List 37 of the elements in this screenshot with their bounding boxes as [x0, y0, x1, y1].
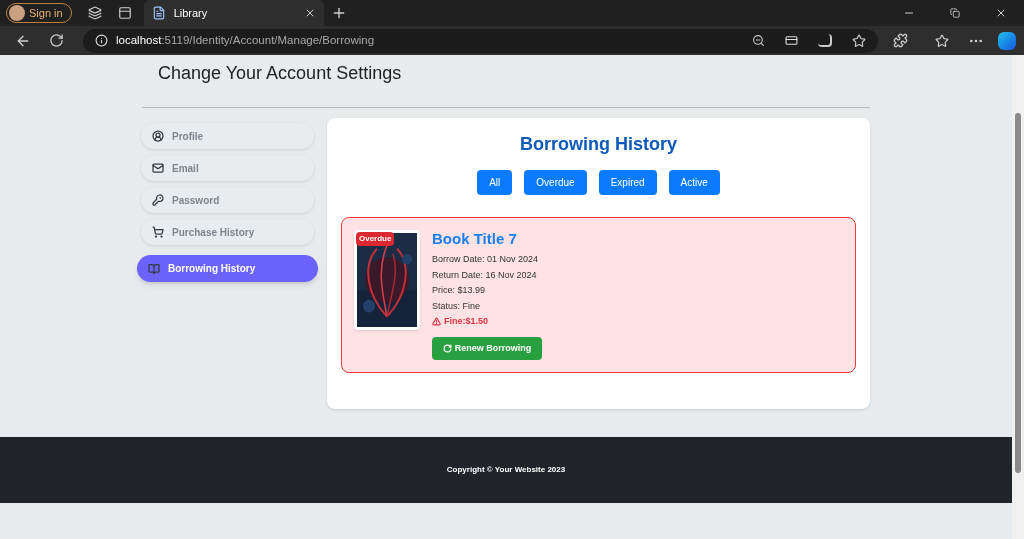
loan-detail: Borrow Date: 01 Nov 2024: [432, 253, 540, 266]
info-icon: [95, 34, 108, 47]
loan-detail: Return Date: 16 Nov 2024: [432, 268, 538, 282]
copilot-icon[interactable]: [998, 31, 1017, 50]
refresh-icon: [442, 344, 452, 353]
key-icon: [152, 194, 164, 206]
page-icon: [151, 6, 166, 20]
filter-button[interactable]: Overdue: [524, 170, 587, 195]
browser-tab[interactable]: Library: [143, 0, 324, 26]
copyright-text: Copyright © Your Website 2023: [446, 464, 566, 476]
zoom-out-icon: [751, 34, 765, 47]
filter-button[interactable]: Active: [668, 170, 720, 195]
sidebar-item[interactable]: Email: [141, 155, 314, 181]
favorite-icon: [851, 33, 866, 48]
sidebar-item[interactable]: Profile: [141, 123, 314, 149]
page-heading: Change Your Account Settings: [157, 62, 403, 84]
renew-button[interactable]: Renew Borrowing: [432, 337, 542, 360]
sidebar-item[interactable]: Purchase History: [141, 219, 314, 245]
card-icon: [784, 34, 798, 47]
user-icon: [152, 130, 164, 142]
warning-icon: [432, 317, 441, 326]
book-title[interactable]: Book Title 7: [432, 230, 542, 248]
avatar-icon: [9, 5, 25, 21]
filter-button[interactable]: All: [477, 170, 513, 195]
book-icon: [148, 262, 160, 275]
loan-detail: Status: Fine: [432, 299, 482, 313]
address-bar[interactable]: localhost:5119/Identity/Account/Manage/Borrowing: [83, 28, 878, 53]
mail-icon: [152, 162, 164, 174]
sidebar-item[interactable]: Borrowing History: [137, 255, 318, 282]
fine-amount: Fine:$1.50: [444, 315, 489, 328]
sidebar-item[interactable]: Password: [141, 187, 314, 213]
cart-icon: [152, 226, 164, 238]
scrollbar[interactable]: [1012, 55, 1024, 539]
status-badge: Overdue: [356, 232, 395, 246]
filter-button[interactable]: Expired: [598, 170, 657, 195]
card-title: Borrowing History: [519, 133, 678, 156]
loan-detail: Price: $13.99: [432, 284, 487, 297]
